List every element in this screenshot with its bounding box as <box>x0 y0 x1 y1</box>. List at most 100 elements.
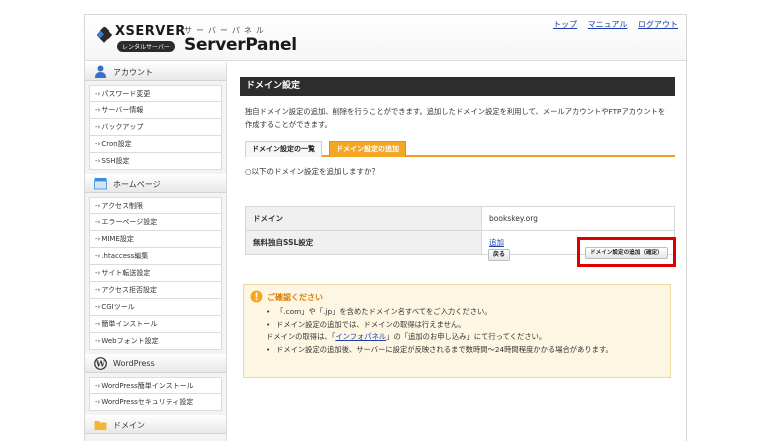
arrow-icon: -› <box>95 140 101 148</box>
tab-domain-list[interactable]: ドメイン設定の一覧 <box>245 141 322 157</box>
sidebar-item-label: WordPressセキュリティ設定 <box>101 398 194 406</box>
sidebar-item-label: バックアップ <box>101 123 144 131</box>
logo-rental-badge: レンタルサーバー <box>117 41 175 52</box>
arrow-icon: -› <box>95 303 101 311</box>
sidebar-item-label: サーバー情報 <box>101 106 144 114</box>
arrow-icon: -› <box>95 382 101 390</box>
svg-text:W: W <box>95 358 106 368</box>
nav-manual-link[interactable]: マニュアル <box>588 20 628 29</box>
notice-list: • 「.com」や「.jp」を含めたドメイン名すべてをご入力ください。 • ドメイン… <box>266 306 666 356</box>
confirm-question: ○以下のドメイン設定を追加しますか？ <box>245 167 380 176</box>
arrow-icon: -› <box>95 337 101 345</box>
sidebar-item-cgi-tools[interactable]: -›CGIツール <box>89 299 222 316</box>
list-item: • ドメイン設定の追加では、ドメインの取得は行えません。 <box>266 319 666 332</box>
sidebar-item-label: MIME設定 <box>101 235 134 243</box>
sidebar-item-label: サイト転送設定 <box>101 269 151 277</box>
arrow-icon: -› <box>95 398 101 406</box>
sidebar-item-label: パスワード変更 <box>101 90 151 98</box>
arrow-icon: -› <box>95 269 101 277</box>
bullet: • <box>266 344 271 354</box>
sidebar-item-access-limit[interactable]: -›アクセス制限 <box>89 197 222 214</box>
homepage-icon <box>94 178 107 190</box>
nav-logout-link[interactable]: ログアウト <box>638 20 678 29</box>
sidebar-item-label: アクセス制限 <box>101 202 143 210</box>
arrow-icon: -› <box>95 202 101 210</box>
confirm-add-domain-button[interactable]: ドメイン設定の追加（確定） <box>585 247 668 259</box>
notice-box: ご確認ください • 「.com」や「.jp」を含めたドメイン名すべてをご入力くださ… <box>243 284 671 378</box>
ssl-label: 無料独自SSL設定 <box>245 230 482 255</box>
sidebar-item-ssh[interactable]: -›SSH設定 <box>89 153 222 170</box>
header: XSERVER レンタルサーバー サーバーパネル ServerPanel トップ… <box>85 15 686 61</box>
sidebar-item-server-info[interactable]: -›サーバー情報 <box>89 102 222 119</box>
folder-icon <box>94 421 107 430</box>
sidebar-item-backup[interactable]: -›バックアップ <box>89 119 222 136</box>
list-item: • 「.com」や「.jp」を含めたドメイン名すべてをご入力ください。 <box>266 306 666 319</box>
sidebar-item-cron[interactable]: -›Cron設定 <box>89 136 222 153</box>
arrow-icon: -› <box>95 235 101 243</box>
ssl-add-link[interactable]: 追加 <box>489 238 504 247</box>
sidebar-item-htaccess[interactable]: -›.htaccess編集 <box>89 248 222 265</box>
sidebar-section-domain: ドメイン <box>85 415 226 434</box>
sidebar-item-label: 簡単インストール <box>101 320 158 328</box>
sidebar-item-label: SSH設定 <box>101 157 130 165</box>
sidebar-item-label: アクセス拒否設定 <box>101 286 157 294</box>
sidebar-section-title: WordPress <box>113 359 155 368</box>
sidebar-item-label: エラーページ設定 <box>101 218 158 226</box>
page-title: ドメイン設定 <box>240 77 675 96</box>
arrow-icon: -› <box>95 157 101 165</box>
arrow-icon: -› <box>95 218 101 226</box>
bullet: • <box>266 319 271 329</box>
arrow-icon: -› <box>95 123 101 131</box>
sidebar-item-error-page[interactable]: -›エラーページ設定 <box>89 214 222 231</box>
back-button[interactable]: 戻る <box>488 249 511 261</box>
notice-line: ドメインの取得は、「 <box>266 332 336 341</box>
notice-line: 「.com」や「.jp」を含めたドメイン名すべてをご入力ください。 <box>276 307 492 316</box>
table-row: ドメイン bookskey.org <box>245 206 675 231</box>
sidebar-item-easy-install[interactable]: -›簡単インストール <box>89 316 222 333</box>
notice-line: ドメイン設定の追加後、サーバーに設定が反映されるまで数時間～24時間程度かかる場… <box>276 344 613 354</box>
notice-line: ドメイン設定の追加では、ドメインの取得は行えません。 <box>276 319 466 329</box>
sidebar-section-title: ドメイン <box>113 421 145 430</box>
sidebar-item-web-font[interactable]: -›Webフォント設定 <box>89 333 222 350</box>
tab-domain-add[interactable]: ドメイン設定の追加 <box>329 141 406 157</box>
sidebar-item-label: Cron設定 <box>101 140 132 148</box>
sidebar-item-label: WordPress簡単インストール <box>101 382 194 390</box>
highlight-box: ドメイン設定の追加（確定） <box>577 237 676 267</box>
info-panel-link[interactable]: インフォパネル <box>335 332 386 341</box>
sidebar-menu-wordpress: -›WordPress簡単インストール -›WordPressセキュリティ設定 <box>85 373 226 415</box>
wordpress-icon: W <box>94 357 107 370</box>
page-description: 独自ドメイン設定の追加、削除を行うことができます。追加したドメイン設定を利用して… <box>245 107 666 129</box>
user-icon <box>95 65 106 78</box>
notice-title: ご確認ください <box>267 293 323 302</box>
tab-bar: ドメイン設定の一覧 ドメイン設定の追加 <box>245 141 675 157</box>
bullet: • <box>266 307 271 316</box>
sidebar: アカウント -›パスワード変更 -›サーバー情報 -›バックアップ -›Cron… <box>85 62 227 441</box>
top-nav: トップ マニュアル ログアウト <box>545 19 678 30</box>
nav-top-link[interactable]: トップ <box>553 20 577 29</box>
sidebar-menu-homepage: -›アクセス制限 -›エラーページ設定 -›MIME設定 -›.htaccess… <box>85 193 226 354</box>
xserver-logo-icon <box>97 27 113 43</box>
main-content: ドメイン設定 独自ドメイン設定の追加、削除を行うことができます。追加したドメイン… <box>240 77 675 255</box>
list-item: ドメインの取得は、「インフォパネル」の「追加のお申し込み」にて行ってください。 <box>266 331 666 344</box>
sidebar-item-wp-easy-install[interactable]: -›WordPress簡単インストール <box>89 377 222 394</box>
sidebar-item-access-deny[interactable]: -›アクセス拒否設定 <box>89 282 222 299</box>
sidebar-menu-account: -›パスワード変更 -›サーバー情報 -›バックアップ -›Cron設定 -›S… <box>85 81 226 174</box>
sidebar-section-account: アカウント <box>85 62 226 81</box>
sidebar-item-label: .htaccess編集 <box>101 252 149 260</box>
sidebar-item-password[interactable]: -›パスワード変更 <box>89 85 222 102</box>
sidebar-item-wp-security[interactable]: -›WordPressセキュリティ設定 <box>89 394 222 411</box>
arrow-icon: -› <box>95 106 101 114</box>
domain-value: bookskey.org <box>481 206 675 231</box>
sidebar-section-wordpress: W WordPress <box>85 354 226 373</box>
warning-icon <box>250 290 263 303</box>
sidebar-section-title: ホームページ <box>113 180 161 189</box>
sidebar-item-mime[interactable]: -›MIME設定 <box>89 231 222 248</box>
arrow-icon: -› <box>95 320 101 328</box>
sidebar-item-label: CGIツール <box>101 303 135 311</box>
notice-line: 」の「追加のお申し込み」にて行ってください。 <box>386 332 547 341</box>
sidebar-section-homepage: ホームページ <box>85 174 226 193</box>
logo-xserver-text: XSERVER <box>115 24 186 39</box>
domain-label: ドメイン <box>245 206 482 231</box>
sidebar-item-site-redirect[interactable]: -›サイト転送設定 <box>89 265 222 282</box>
sidebar-section-title: アカウント <box>113 68 153 77</box>
